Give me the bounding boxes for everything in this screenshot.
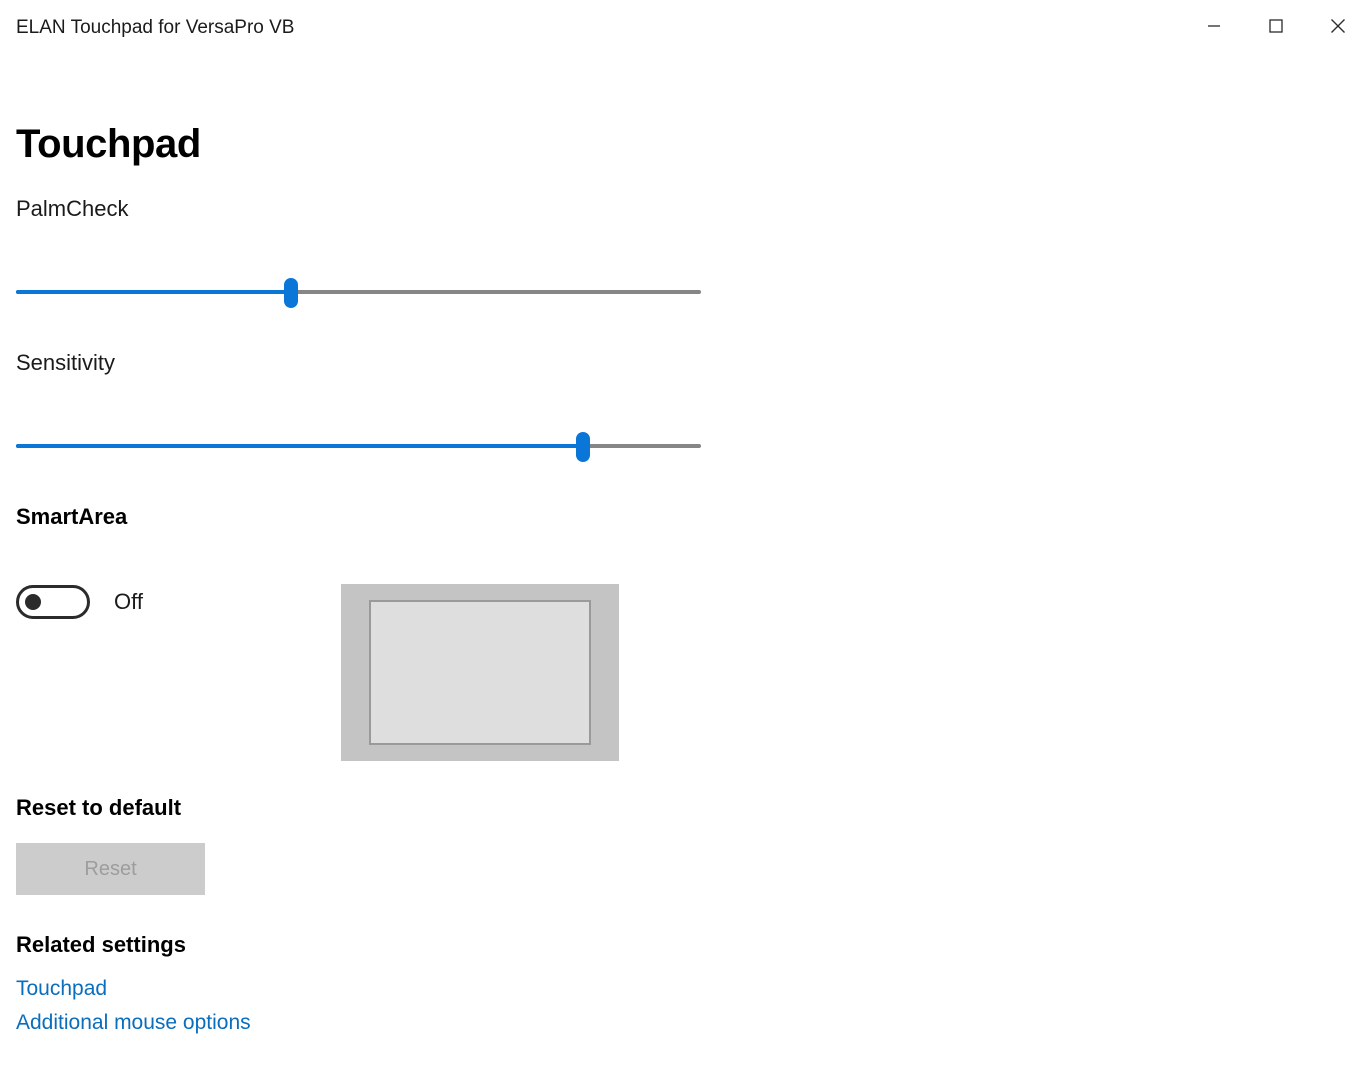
- related-link-additional-mouse-options[interactable]: Additional mouse options: [16, 1009, 251, 1037]
- settings-page: Touchpad PalmCheck Sensitivity SmartArea…: [0, 56, 1369, 1080]
- touchpad-preview-active-area[interactable]: [369, 600, 591, 745]
- smartarea-toggle-state-label: Off: [114, 589, 143, 614]
- related-settings-heading: Related settings: [16, 932, 186, 957]
- smartarea-toggle-row: Off: [16, 585, 143, 619]
- reset-to-default-heading: Reset to default: [16, 795, 182, 820]
- smartarea-heading: SmartArea: [16, 504, 128, 529]
- title-bar: ELAN Touchpad for VersaPro VB: [0, 0, 1369, 56]
- related-link-touchpad[interactable]: Touchpad: [16, 975, 107, 1003]
- smartarea-toggle-knob: [25, 594, 41, 610]
- window-title: ELAN Touchpad for VersaPro VB: [16, 17, 295, 38]
- sensitivity-slider-fill: [16, 444, 584, 448]
- touchpad-preview[interactable]: [341, 584, 619, 761]
- reset-button[interactable]: Reset: [16, 843, 205, 895]
- minimize-icon: [1207, 19, 1221, 33]
- palmcheck-slider[interactable]: [16, 270, 701, 314]
- window-caption-buttons: [1183, 0, 1369, 52]
- close-icon: [1330, 18, 1346, 34]
- minimize-button[interactable]: [1183, 0, 1245, 52]
- maximize-icon: [1269, 19, 1283, 33]
- page-title: Touchpad: [16, 121, 201, 166]
- palmcheck-slider-thumb[interactable]: [283, 278, 298, 308]
- close-button[interactable]: [1307, 0, 1369, 52]
- palmcheck-slider-fill: [16, 290, 291, 294]
- sensitivity-slider-thumb[interactable]: [576, 432, 591, 462]
- smartarea-toggle[interactable]: [16, 585, 90, 619]
- sensitivity-label: Sensitivity: [16, 350, 116, 375]
- palmcheck-label: PalmCheck: [16, 196, 129, 221]
- sensitivity-slider[interactable]: [16, 424, 701, 468]
- maximize-button[interactable]: [1245, 0, 1307, 52]
